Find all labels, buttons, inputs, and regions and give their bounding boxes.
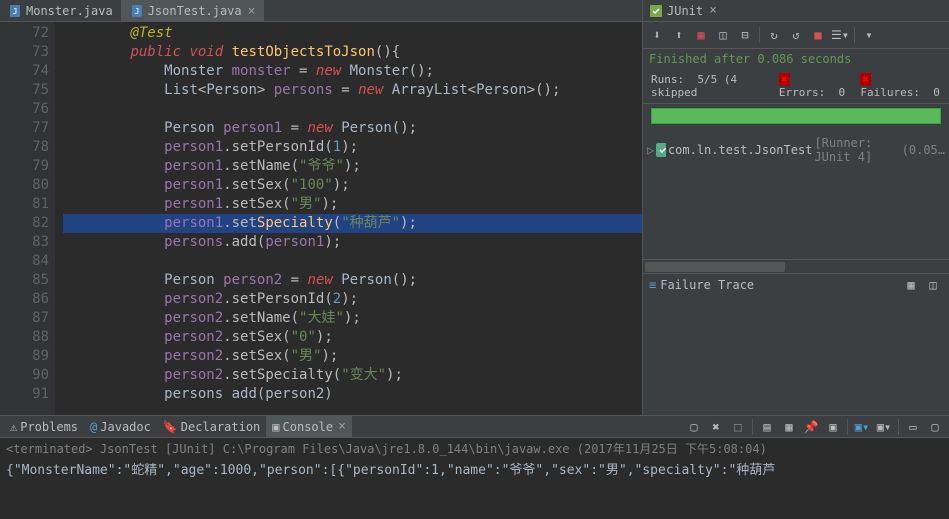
- failures-label: Failures:: [860, 86, 920, 99]
- junit-status: Finished after 0.086 seconds: [643, 49, 949, 69]
- tab-label: Console: [283, 420, 334, 434]
- tab-label: JsonTest.java: [148, 4, 242, 18]
- tab-jsontest[interactable]: J JsonTest.java ×: [122, 0, 265, 22]
- tree-item-label: com.ln.test.JsonTest: [668, 143, 813, 157]
- svg-text:J: J: [134, 7, 139, 16]
- java-icon: J: [130, 4, 144, 18]
- failure-trace-label: Failure Trace: [660, 278, 754, 292]
- scroll-lock-icon[interactable]: ⊟: [735, 25, 755, 45]
- horizontal-scrollbar[interactable]: [643, 259, 949, 273]
- tab-console[interactable]: ▣ Console ×: [266, 416, 352, 438]
- console-terminated-line: <terminated> JsonTest [JUnit] C:\Program…: [0, 438, 949, 459]
- new-console-icon[interactable]: ▣▾: [874, 417, 894, 437]
- clear-icon[interactable]: ▤: [757, 417, 777, 437]
- min-icon[interactable]: ▭: [903, 417, 923, 437]
- runs-label: Runs:: [651, 73, 684, 86]
- show-failures-icon[interactable]: ▦: [691, 25, 711, 45]
- separator: [854, 27, 855, 43]
- tree-runner: [Runner: JUnit 4]: [814, 136, 899, 164]
- editor-tab-bar: J Monster.java J JsonTest.java ×: [0, 0, 642, 22]
- code-area[interactable]: @Test public void testObjectsToJson(){ M…: [55, 22, 642, 415]
- close-icon[interactable]: ×: [709, 3, 717, 18]
- errors-value: 0: [838, 86, 845, 99]
- junit-progress-bar: [651, 108, 941, 124]
- tab-declaration[interactable]: 🔖Declaration: [157, 416, 266, 438]
- open-console-icon[interactable]: ▣▾: [852, 417, 872, 437]
- pin-icon[interactable]: 📌: [801, 417, 821, 437]
- tab-monster[interactable]: J Monster.java: [0, 0, 122, 22]
- javadoc-icon: @: [90, 420, 97, 434]
- console-icon: ▣: [272, 420, 279, 434]
- menu-icon[interactable]: ▾: [859, 25, 879, 45]
- separator: [898, 419, 899, 435]
- tab-javadoc[interactable]: @Javadoc: [84, 416, 157, 438]
- tree-time: (0.05…: [902, 143, 945, 157]
- failures-value: 0: [933, 86, 940, 99]
- stop-icon[interactable]: ■: [808, 25, 828, 45]
- display-icon[interactable]: ▣: [823, 417, 843, 437]
- bottom-tab-bar: ⚠Problems @Javadoc 🔖Declaration ▣ Console…: [0, 416, 949, 438]
- test-run-icon: [656, 143, 666, 157]
- separator: [847, 419, 848, 435]
- junit-toolbar: ⬇ ⬆ ▦ ◫ ⊟ ↻ ↺ ■ ☰▾ ▾: [643, 22, 949, 49]
- rerun-failed-icon[interactable]: ↺: [786, 25, 806, 45]
- terminate-icon[interactable]: ⬚: [728, 417, 748, 437]
- show-skipped-icon[interactable]: ◫: [713, 25, 733, 45]
- tab-label: Monster.java: [26, 4, 113, 18]
- junit-tab[interactable]: JUnit ×: [643, 0, 949, 22]
- filter-icon[interactable]: ▦: [901, 275, 921, 295]
- tab-label: Javadoc: [100, 420, 151, 434]
- code-editor[interactable]: 7273747576777879808182838485868788899091…: [0, 22, 642, 415]
- declaration-icon: 🔖: [163, 420, 178, 434]
- tree-row[interactable]: ▷ com.ln.test.JsonTest [Runner: JUnit 4]…: [647, 134, 945, 166]
- next-failure-icon[interactable]: ⬇: [647, 25, 667, 45]
- close-icon[interactable]: ×: [248, 4, 256, 19]
- tab-label: Problems: [20, 420, 78, 434]
- failure-trace-body: [643, 297, 949, 416]
- line-gutter: 7273747576777879808182838485868788899091: [0, 22, 55, 415]
- errors-label: Errors:: [779, 86, 825, 99]
- separator: [759, 27, 760, 43]
- expand-icon[interactable]: ▷: [647, 143, 654, 157]
- junit-run-counts: Runs: 5/5 (4 skipped ✖ Errors: 0 ✖ Failu…: [643, 69, 949, 104]
- failure-trace-icon: ≡: [649, 278, 656, 292]
- problems-icon: ⚠: [10, 420, 17, 434]
- java-icon: J: [8, 4, 22, 18]
- junit-tree[interactable]: ▷ com.ln.test.JsonTest [Runner: JUnit 4]…: [643, 128, 949, 259]
- compare-icon[interactable]: ◫: [923, 275, 943, 295]
- error-icon: ✖: [779, 73, 790, 86]
- svg-text:J: J: [13, 7, 18, 16]
- rerun-icon[interactable]: ↻: [764, 25, 784, 45]
- console-output[interactable]: {"MonsterName":"蛇精","age":1000,"person":…: [0, 459, 949, 478]
- scroll-lock-icon[interactable]: ▦: [779, 417, 799, 437]
- console-remove-all-icon[interactable]: ✖: [706, 417, 726, 437]
- failure-trace-header: ≡ Failure Trace ▦ ◫: [643, 273, 949, 297]
- separator: [752, 419, 753, 435]
- scrollbar-thumb[interactable]: [645, 262, 785, 272]
- prev-failure-icon[interactable]: ⬆: [669, 25, 689, 45]
- console-remove-icon[interactable]: ▢: [684, 417, 704, 437]
- tab-problems[interactable]: ⚠Problems: [4, 416, 84, 438]
- close-icon[interactable]: ×: [338, 419, 346, 434]
- max-icon[interactable]: ▢: [925, 417, 945, 437]
- junit-title-label: JUnit: [667, 4, 703, 18]
- history-icon[interactable]: ☰▾: [830, 25, 850, 45]
- tab-label: Declaration: [181, 420, 260, 434]
- junit-icon: [649, 4, 663, 18]
- failure-icon: ✖: [860, 73, 871, 86]
